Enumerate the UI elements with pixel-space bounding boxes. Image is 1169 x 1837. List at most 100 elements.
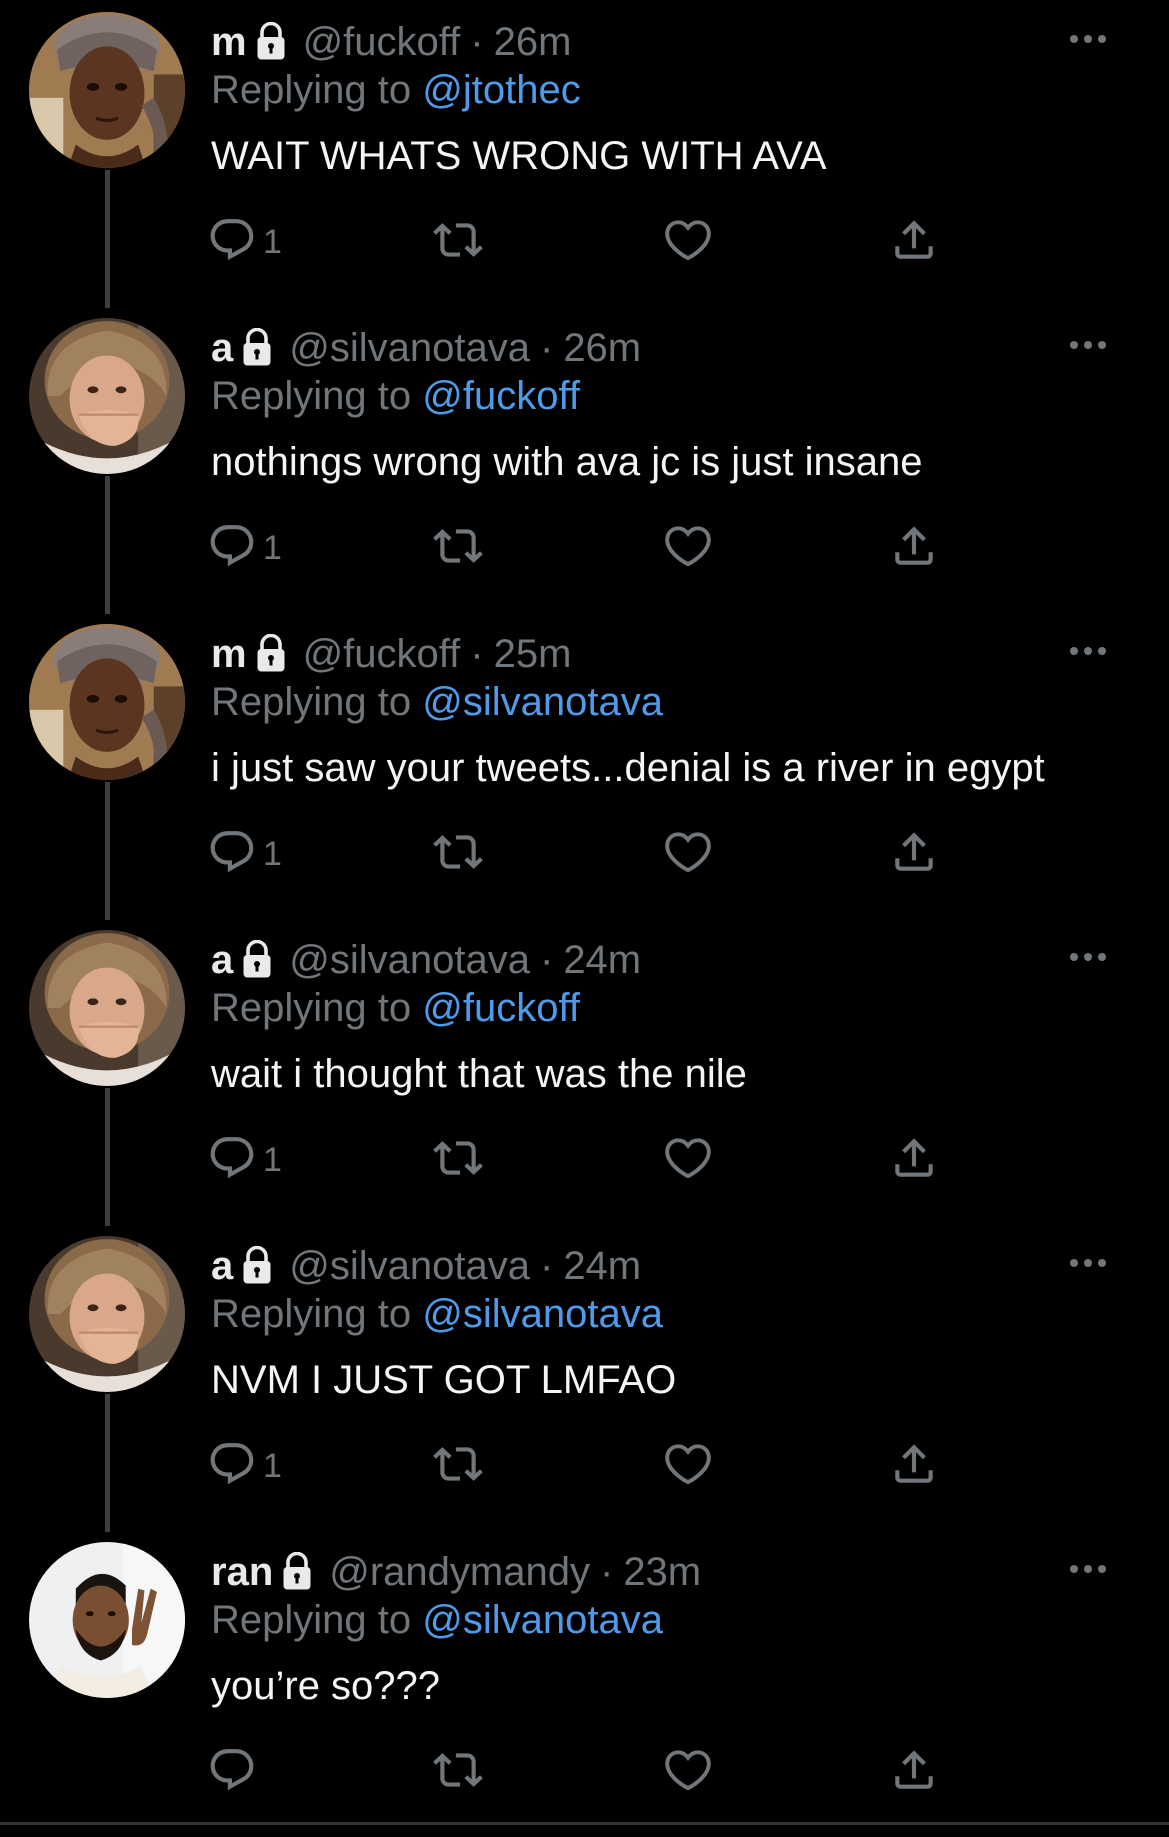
more-options-icon[interactable]: [1066, 24, 1110, 54]
divider: [0, 1822, 1169, 1825]
avatar[interactable]: [29, 1542, 185, 1698]
reply-button[interactable]: 1: [207, 1132, 282, 1188]
tweet-text: wait i thought that was the nile: [211, 1052, 747, 1096]
like-icon: [663, 827, 713, 882]
like-button[interactable]: [663, 214, 713, 270]
more-options-icon[interactable]: [1066, 330, 1110, 360]
replying-prefix: Replying to: [211, 1598, 412, 1642]
tweet[interactable]: a @silvanotava · 24m Replying to @silvan…: [0, 1224, 1169, 1530]
display-name[interactable]: m: [211, 20, 247, 65]
avatar[interactable]: [29, 624, 185, 780]
thread-connector: [105, 782, 110, 920]
reply-button[interactable]: 1: [207, 214, 282, 270]
share-button[interactable]: [889, 1132, 939, 1188]
tweet-actions: 1: [210, 214, 971, 270]
timestamp[interactable]: 25m: [494, 632, 572, 677]
tweet[interactable]: m @fuckoff · 25m Replying to @silvanotav…: [0, 612, 1169, 918]
like-icon: [663, 1745, 713, 1800]
reply-icon: [207, 215, 257, 270]
retweet-button[interactable]: [433, 520, 483, 576]
retweet-icon: [433, 827, 483, 882]
replying-to-handle[interactable]: @silvanotava: [422, 1292, 663, 1336]
user-handle[interactable]: @fuckoff: [303, 20, 461, 65]
tweet[interactable]: ran @randymandy · 23m Replying to @silva…: [0, 1530, 1169, 1836]
tweet[interactable]: a @silvanotava · 24m Replying to @fuckof…: [0, 918, 1169, 1224]
user-handle[interactable]: @silvanotava: [289, 1244, 530, 1289]
retweet-icon: [433, 1439, 483, 1494]
more-options-icon[interactable]: [1066, 1554, 1110, 1584]
avatar[interactable]: [29, 1236, 185, 1392]
avatar[interactable]: [29, 930, 185, 1086]
share-button[interactable]: [889, 1744, 939, 1800]
like-icon: [663, 1439, 713, 1494]
like-icon: [663, 521, 713, 576]
share-icon: [889, 827, 939, 882]
reply-icon: [207, 827, 257, 882]
replying-to: Replying to @silvanotava: [211, 1592, 663, 1648]
tweet-actions: [210, 1744, 971, 1800]
like-button[interactable]: [663, 1744, 713, 1800]
tweet-text: WAIT WHATS WRONG WITH AVA: [211, 134, 827, 178]
reply-icon: [207, 1745, 257, 1800]
tweet-text: you’re so???: [211, 1664, 441, 1708]
retweet-button[interactable]: [433, 1132, 483, 1188]
more-options-icon[interactable]: [1066, 942, 1110, 972]
user-handle[interactable]: @silvanotava: [289, 938, 530, 983]
share-button[interactable]: [889, 1438, 939, 1494]
retweet-icon: [433, 521, 483, 576]
display-name[interactable]: a: [211, 326, 233, 371]
replying-prefix: Replying to: [211, 680, 412, 724]
retweet-icon: [433, 1745, 483, 1800]
replying-to-handle[interactable]: @jtothec: [422, 68, 580, 112]
replying-prefix: Replying to: [211, 1292, 412, 1336]
user-handle[interactable]: @silvanotava: [289, 326, 530, 371]
share-button[interactable]: [889, 520, 939, 576]
retweet-button[interactable]: [433, 826, 483, 882]
reply-count: 1: [263, 834, 282, 873]
like-button[interactable]: [663, 520, 713, 576]
thread-connector: [105, 1088, 110, 1226]
tweet[interactable]: m @fuckoff · 26m Replying to @jtothec WA…: [0, 0, 1169, 306]
more-options-icon[interactable]: [1066, 636, 1110, 666]
user-handle[interactable]: @fuckoff: [303, 632, 461, 677]
timestamp[interactable]: 26m: [494, 20, 572, 65]
share-button[interactable]: [889, 826, 939, 882]
reply-button[interactable]: [207, 1744, 263, 1800]
display-name[interactable]: a: [211, 1244, 233, 1289]
retweet-button[interactable]: [433, 214, 483, 270]
separator: ·: [599, 1549, 614, 1594]
like-button[interactable]: [663, 1438, 713, 1494]
reply-count: 1: [263, 1140, 282, 1179]
reply-count: 1: [263, 222, 282, 261]
tweet-text: i just saw your tweets...denial is a riv…: [211, 746, 1045, 790]
avatar[interactable]: [29, 12, 185, 168]
timestamp[interactable]: 24m: [563, 938, 641, 983]
timestamp[interactable]: 23m: [623, 1550, 701, 1595]
share-icon: [889, 1439, 939, 1494]
replying-to: Replying to @silvanotava: [211, 1286, 663, 1342]
tweet[interactable]: a @silvanotava · 26m Replying to @fuckof…: [0, 306, 1169, 612]
timestamp[interactable]: 24m: [563, 1244, 641, 1289]
display-name[interactable]: m: [211, 632, 247, 677]
avatar[interactable]: [29, 318, 185, 474]
reply-button[interactable]: 1: [207, 826, 282, 882]
share-button[interactable]: [889, 214, 939, 270]
reply-icon: [207, 521, 257, 576]
replying-to-handle[interactable]: @silvanotava: [422, 1598, 663, 1642]
separator: ·: [470, 631, 484, 676]
like-button[interactable]: [663, 826, 713, 882]
retweet-button[interactable]: [433, 1744, 483, 1800]
retweet-button[interactable]: [433, 1438, 483, 1494]
replying-to-handle[interactable]: @silvanotava: [422, 680, 663, 724]
more-options-icon[interactable]: [1066, 1248, 1110, 1278]
timestamp[interactable]: 26m: [563, 326, 641, 371]
user-handle[interactable]: @randymandy: [329, 1550, 590, 1595]
replying-to-handle[interactable]: @fuckoff: [422, 986, 580, 1030]
like-button[interactable]: [663, 1132, 713, 1188]
display-name[interactable]: ran: [211, 1550, 273, 1595]
reply-button[interactable]: 1: [207, 520, 282, 576]
reply-button[interactable]: 1: [207, 1438, 282, 1494]
replying-to-handle[interactable]: @fuckoff: [422, 374, 580, 418]
display-name[interactable]: a: [211, 938, 233, 983]
like-icon: [663, 215, 713, 270]
